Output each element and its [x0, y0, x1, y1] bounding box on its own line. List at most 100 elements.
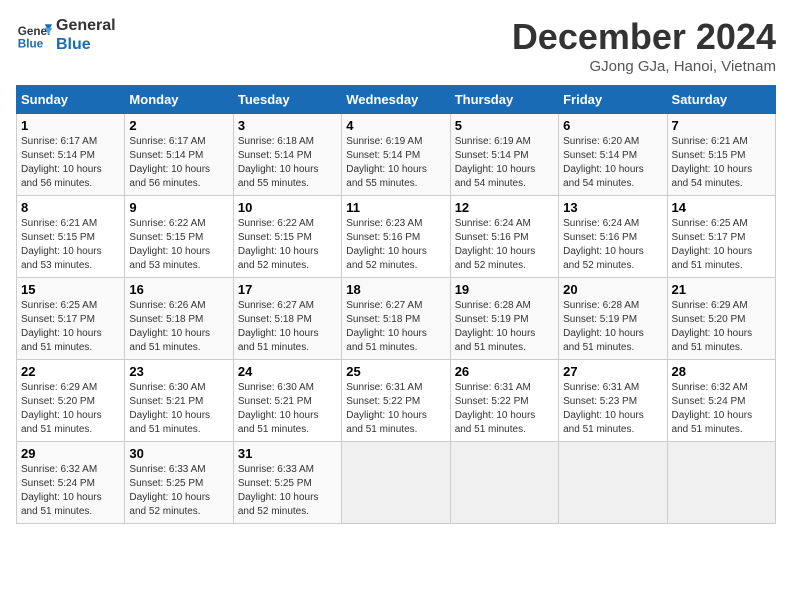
day-number: 29 — [21, 446, 120, 461]
header-wednesday: Wednesday — [342, 86, 450, 114]
day-number: 18 — [346, 282, 445, 297]
day-info: Sunrise: 6:30 AM Sunset: 5:21 PM Dayligh… — [129, 381, 228, 437]
day-number: 30 — [129, 446, 228, 461]
logo-text-blue: Blue — [56, 35, 116, 54]
svg-text:Blue: Blue — [18, 38, 44, 51]
table-row: 14Sunrise: 6:25 AM Sunset: 5:17 PM Dayli… — [667, 196, 775, 278]
day-number: 12 — [455, 200, 554, 215]
day-info: Sunrise: 6:27 AM Sunset: 5:18 PM Dayligh… — [346, 299, 445, 355]
calendar-subtitle: GJong GJa, Hanoi, Vietnam — [512, 58, 776, 75]
day-info: Sunrise: 6:33 AM Sunset: 5:25 PM Dayligh… — [238, 463, 337, 519]
day-number: 8 — [21, 200, 120, 215]
day-number: 20 — [563, 282, 662, 297]
table-row — [450, 442, 558, 524]
day-number: 28 — [672, 364, 771, 379]
table-row: 24Sunrise: 6:30 AM Sunset: 5:21 PM Dayli… — [233, 360, 341, 442]
day-info: Sunrise: 6:21 AM Sunset: 5:15 PM Dayligh… — [21, 217, 120, 273]
calendar-week-row: 29 Sunrise: 6:32 AM Sunset: 5:24 PM Dayli… — [17, 442, 776, 524]
day-number: 23 — [129, 364, 228, 379]
day-info: Sunrise: 6:25 AM Sunset: 5:17 PM Dayligh… — [672, 217, 771, 273]
day-number: 26 — [455, 364, 554, 379]
calendar-week-row: 15 Sunrise: 6:25 AM Sunset: 5:17 PM Dayli… — [17, 278, 776, 360]
day-info: Sunrise: 6:20 AM Sunset: 5:14 PM Dayligh… — [563, 135, 662, 191]
table-row: 2Sunrise: 6:17 AM Sunset: 5:14 PM Daylig… — [125, 114, 233, 196]
day-info: Sunrise: 6:28 AM Sunset: 5:19 PM Dayligh… — [455, 299, 554, 355]
table-row: 21Sunrise: 6:29 AM Sunset: 5:20 PM Dayli… — [667, 278, 775, 360]
table-row: 25Sunrise: 6:31 AM Sunset: 5:22 PM Dayli… — [342, 360, 450, 442]
table-row: 27 Sunrise: 6:31 AM Sunset: 5:23 PM Dayli… — [559, 360, 667, 442]
day-info: Sunrise: 6:32 AM Sunset: 5:24 PM Dayligh… — [672, 381, 771, 437]
day-info: Sunrise: 6:31 AM Sunset: 5:22 PM Dayligh… — [346, 381, 445, 437]
header-saturday: Saturday — [667, 86, 775, 114]
table-row: 13Sunrise: 6:24 AM Sunset: 5:16 PM Dayli… — [559, 196, 667, 278]
day-info: Sunrise: 6:29 AM Sunset: 5:20 PM Dayligh… — [21, 381, 120, 437]
day-info: Sunrise: 6:27 AM Sunset: 5:18 PM Dayligh… — [238, 299, 337, 355]
header-tuesday: Tuesday — [233, 86, 341, 114]
day-number: 17 — [238, 282, 337, 297]
day-number: 4 — [346, 118, 445, 133]
table-row: 26Sunrise: 6:31 AM Sunset: 5:22 PM Dayli… — [450, 360, 558, 442]
day-number: 6 — [563, 118, 662, 133]
table-row: 11Sunrise: 6:23 AM Sunset: 5:16 PM Dayli… — [342, 196, 450, 278]
day-info: Sunrise: 6:17 AM Sunset: 5:14 PM Dayligh… — [129, 135, 228, 191]
calendar-title: December 2024 — [512, 16, 776, 58]
table-row: 1Sunrise: 6:17 AM Sunset: 5:14 PM Daylig… — [17, 114, 125, 196]
day-number: 7 — [672, 118, 771, 133]
day-info: Sunrise: 6:32 AM Sunset: 5:24 PM Dayligh… — [21, 463, 120, 519]
day-info: Sunrise: 6:31 AM Sunset: 5:23 PM Dayligh… — [563, 381, 662, 437]
table-row: 17 Sunrise: 6:27 AM Sunset: 5:18 PM Dayli… — [233, 278, 341, 360]
day-number: 5 — [455, 118, 554, 133]
day-number: 15 — [21, 282, 120, 297]
calendar-week-row: 1 Sunrise: 6:17 AM Sunset: 5:14 PM Daylig… — [17, 114, 776, 196]
day-number: 24 — [238, 364, 337, 379]
table-row: 5 Sunrise: 6:19 AM Sunset: 5:14 PM Daylig… — [450, 114, 558, 196]
table-row — [342, 442, 450, 524]
day-number: 10 — [238, 200, 337, 215]
day-number: 13 — [563, 200, 662, 215]
table-row: 20 Sunrise: 6:28 AM Sunset: 5:19 PM Dayli… — [559, 278, 667, 360]
table-row: 6 Sunrise: 6:20 AM Sunset: 5:14 PM Daylig… — [559, 114, 667, 196]
day-number: 16 — [129, 282, 228, 297]
table-row: 3 Sunrise: 6:18 AM Sunset: 5:14 PM Daylig… — [233, 114, 341, 196]
table-row: 9 Sunrise: 6:22 AM Sunset: 5:15 PM Daylig… — [125, 196, 233, 278]
table-row: 16 Sunrise: 6:26 AM Sunset: 5:18 PM Dayli… — [125, 278, 233, 360]
page-header: General Blue General Blue December 2024 … — [16, 16, 776, 75]
header-sunday: Sunday — [17, 86, 125, 114]
logo: General Blue General Blue — [16, 16, 116, 54]
day-info: Sunrise: 6:33 AM Sunset: 5:25 PM Dayligh… — [129, 463, 228, 519]
title-block: December 2024 GJong GJa, Hanoi, Vietnam — [512, 16, 776, 75]
table-row: 15 Sunrise: 6:25 AM Sunset: 5:17 PM Dayli… — [17, 278, 125, 360]
day-info: Sunrise: 6:18 AM Sunset: 5:14 PM Dayligh… — [238, 135, 337, 191]
table-row: 23 Sunrise: 6:30 AM Sunset: 5:21 PM Dayli… — [125, 360, 233, 442]
day-number: 3 — [238, 118, 337, 133]
day-number: 31 — [238, 446, 337, 461]
table-row — [559, 442, 667, 524]
table-row: 8 Sunrise: 6:21 AM Sunset: 5:15 PM Daylig… — [17, 196, 125, 278]
day-number: 27 — [563, 364, 662, 379]
day-info: Sunrise: 6:26 AM Sunset: 5:18 PM Dayligh… — [129, 299, 228, 355]
header-friday: Friday — [559, 86, 667, 114]
header-monday: Monday — [125, 86, 233, 114]
table-row: 29 Sunrise: 6:32 AM Sunset: 5:24 PM Dayli… — [17, 442, 125, 524]
calendar-week-row: 8 Sunrise: 6:21 AM Sunset: 5:15 PM Daylig… — [17, 196, 776, 278]
day-info: Sunrise: 6:21 AM Sunset: 5:15 PM Dayligh… — [672, 135, 771, 191]
table-row: 19Sunrise: 6:28 AM Sunset: 5:19 PM Dayli… — [450, 278, 558, 360]
table-row: 12Sunrise: 6:24 AM Sunset: 5:16 PM Dayli… — [450, 196, 558, 278]
day-info: Sunrise: 6:28 AM Sunset: 5:19 PM Dayligh… — [563, 299, 662, 355]
table-row — [667, 442, 775, 524]
table-row: 30 Sunrise: 6:33 AM Sunset: 5:25 PM Dayli… — [125, 442, 233, 524]
day-info: Sunrise: 6:25 AM Sunset: 5:17 PM Dayligh… — [21, 299, 120, 355]
day-info: Sunrise: 6:19 AM Sunset: 5:14 PM Dayligh… — [346, 135, 445, 191]
day-info: Sunrise: 6:22 AM Sunset: 5:15 PM Dayligh… — [129, 217, 228, 273]
table-row: 31 Sunrise: 6:33 AM Sunset: 5:25 PM Dayli… — [233, 442, 341, 524]
day-number: 11 — [346, 200, 445, 215]
table-row: 28 Sunrise: 6:32 AM Sunset: 5:24 PM Dayli… — [667, 360, 775, 442]
table-row: 22 Sunrise: 6:29 AM Sunset: 5:20 PM Dayli… — [17, 360, 125, 442]
day-number: 1 — [21, 118, 120, 133]
day-info: Sunrise: 6:19 AM Sunset: 5:14 PM Dayligh… — [455, 135, 554, 191]
day-info: Sunrise: 6:22 AM Sunset: 5:15 PM Dayligh… — [238, 217, 337, 273]
table-row: 10 Sunrise: 6:22 AM Sunset: 5:15 PM Dayli… — [233, 196, 341, 278]
calendar-table: Sunday Monday Tuesday Wednesday Thursday… — [16, 85, 776, 524]
day-number: 9 — [129, 200, 228, 215]
day-number: 22 — [21, 364, 120, 379]
